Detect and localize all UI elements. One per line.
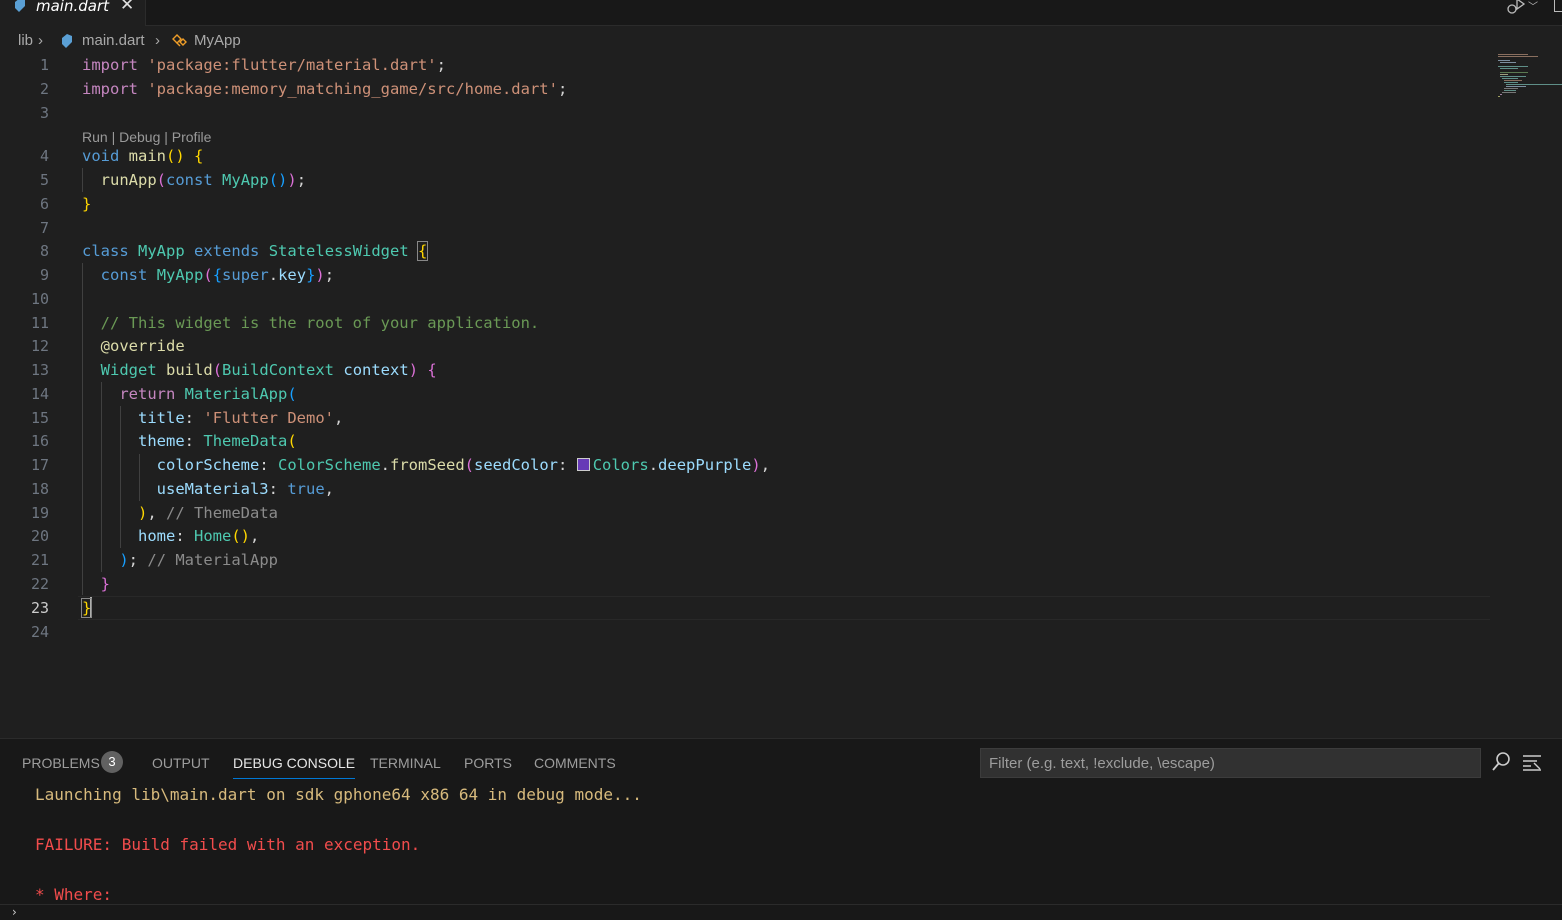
code-line[interactable]: void main() { <box>82 144 203 168</box>
word-wrap-icon[interactable] <box>1522 753 1542 771</box>
code-line[interactable]: } <box>82 572 110 596</box>
code-line[interactable]: const MyApp({super.key}); <box>82 263 334 287</box>
code-line[interactable]: @override <box>82 334 185 358</box>
line-number: 22 <box>30 575 49 593</box>
code-line[interactable]: } <box>82 192 91 216</box>
panel-tab-bar: PROBLEMS 3 OUTPUT DEBUG CONSOLE TERMINAL… <box>0 739 960 785</box>
code-line[interactable]: import 'package:memory_matching_game/src… <box>82 77 567 101</box>
line-number: 4 <box>39 147 49 165</box>
tab-ports[interactable]: PORTS <box>464 754 512 772</box>
line-number: 10 <box>30 290 49 308</box>
line-number-active: 23 <box>30 599 49 617</box>
minimap[interactable] <box>1496 52 1562 112</box>
tab-debug-console[interactable]: DEBUG CONSOLE <box>233 754 356 779</box>
tab-label: main.dart <box>36 0 110 15</box>
split-editor-icon[interactable] <box>1554 0 1562 12</box>
line-number: 6 <box>39 195 49 213</box>
code-line[interactable]: useMaterial3: true, <box>82 477 334 501</box>
line-number: 14 <box>30 385 49 403</box>
code-line[interactable]: ); // MaterialApp <box>82 548 278 572</box>
bottom-panel: PROBLEMS 3 OUTPUT DEBUG CONSOLE TERMINAL… <box>0 738 1562 920</box>
breadcrumb-symbol[interactable]: MyApp <box>194 32 241 50</box>
code-line[interactable]: colorScheme: ColorScheme.fromSeed(seedCo… <box>82 453 770 477</box>
class-symbol-icon <box>172 34 187 47</box>
line-number: 9 <box>39 266 49 284</box>
debug-console-filter-input[interactable] <box>980 748 1481 778</box>
line-number: 15 <box>30 409 49 427</box>
line-number: 17 <box>30 456 49 474</box>
current-line-highlight <box>78 596 1490 620</box>
run-debug-icon[interactable] <box>1506 0 1526 16</box>
tab-terminal[interactable]: TERMINAL <box>370 754 441 772</box>
console-line: * Where: <box>35 885 113 904</box>
line-number: 7 <box>39 219 49 237</box>
code-line[interactable]: runApp(const MyApp()); <box>82 168 306 192</box>
close-icon[interactable]: ✕ <box>120 0 134 14</box>
text-cursor <box>90 597 93 617</box>
code-line[interactable]: // This widget is the root of your appli… <box>82 311 540 335</box>
debug-console-output[interactable]: Launching lib\main.dart on sdk gphone64 … <box>0 783 1562 913</box>
chevron-right-icon: › <box>12 905 17 919</box>
breadcrumb: lib › main.dart › MyApp <box>0 30 1500 52</box>
line-number: 3 <box>39 104 49 122</box>
line-number: 5 <box>39 171 49 189</box>
problems-count-badge: 3 <box>101 751 123 773</box>
console-line: FAILURE: Build failed with an exception. <box>35 835 421 854</box>
vscode-window: main.dart ✕ ﹀ lib › main.dart › MyApp 1 … <box>0 0 1562 920</box>
dart-file-icon <box>62 34 72 48</box>
line-number: 20 <box>30 527 49 545</box>
tab-comments[interactable]: COMMENTS <box>534 754 616 772</box>
editor-actions: ﹀ <box>1502 0 1562 16</box>
line-number: 19 <box>30 504 49 522</box>
filter-icon[interactable] <box>1490 751 1512 773</box>
chevron-right-icon: › <box>155 32 160 49</box>
line-number: 2 <box>39 80 49 98</box>
code-line[interactable]: } <box>80 596 93 620</box>
code-line[interactable]: title: 'Flutter Demo', <box>82 406 343 430</box>
tab-problems[interactable]: PROBLEMS <box>22 754 100 772</box>
breadcrumb-folder[interactable]: lib <box>18 32 33 50</box>
line-number: 8 <box>39 242 49 260</box>
code-line[interactable]: Widget build(BuildContext context) { <box>82 358 437 382</box>
editor-tab-bar: main.dart ✕ ﹀ <box>0 0 1562 26</box>
line-number: 1 <box>39 56 49 74</box>
line-number: 12 <box>30 337 49 355</box>
dart-file-icon <box>15 0 25 12</box>
console-line: Launching lib\main.dart on sdk gphone64 … <box>35 785 642 804</box>
code-editor[interactable]: 1 2 3 4 5 6 7 8 9 10 11 12 13 14 15 16 1… <box>0 52 1562 738</box>
code-line[interactable]: import 'package:flutter/material.dart'; <box>82 53 446 77</box>
line-number: 21 <box>30 551 49 569</box>
chevron-right-icon: › <box>38 32 43 49</box>
breadcrumb-file[interactable]: main.dart <box>82 32 145 50</box>
line-number: 18 <box>30 480 49 498</box>
line-number: 11 <box>30 314 49 332</box>
line-number: 24 <box>30 623 49 641</box>
line-number: 13 <box>30 361 49 379</box>
tab-main-dart[interactable]: main.dart ✕ <box>0 0 146 26</box>
console-input-bar[interactable]: › <box>0 904 1562 920</box>
code-line[interactable]: ), // ThemeData <box>82 501 278 525</box>
line-number: 16 <box>30 432 49 450</box>
color-swatch[interactable] <box>576 458 590 471</box>
code-line[interactable]: return MaterialApp( <box>82 382 296 406</box>
chevron-down-icon[interactable]: ﹀ <box>1528 0 1538 13</box>
code-line[interactable]: theme: ThemeData( <box>82 429 297 453</box>
code-line[interactable]: class MyApp extends StatelessWidget { <box>82 239 429 263</box>
code-line[interactable]: home: Home(), <box>82 524 259 548</box>
tab-output[interactable]: OUTPUT <box>152 754 210 772</box>
